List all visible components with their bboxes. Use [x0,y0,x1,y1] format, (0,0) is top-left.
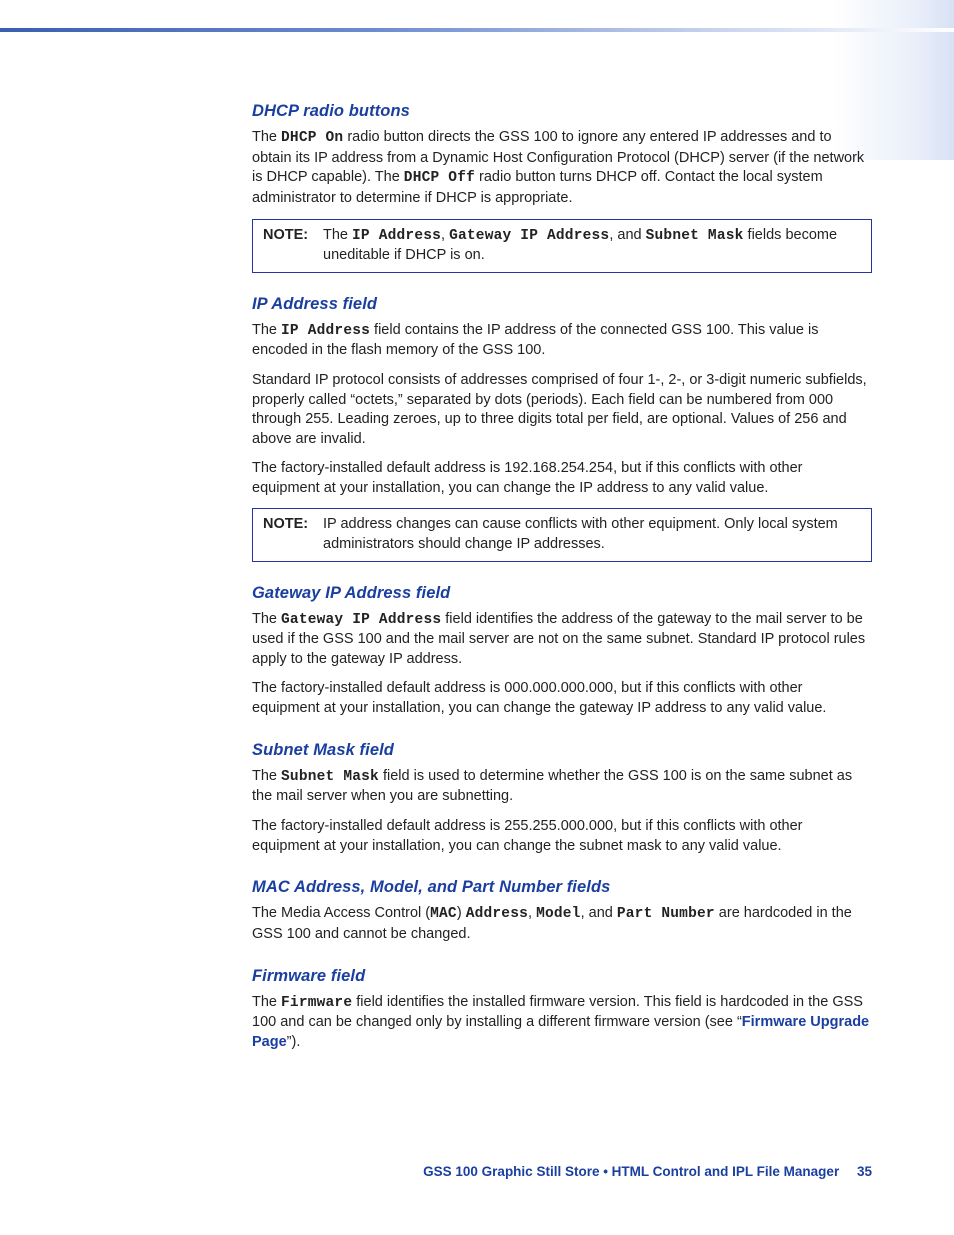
inline-code-mac: MAC [430,906,457,922]
inline-code-firmware: Firmware [281,995,352,1011]
text: The [323,227,352,243]
text: The [252,129,281,145]
paragraph-mac: The Media Access Control (MAC) Address , … [252,904,872,944]
top-border-bar [0,28,954,32]
text: , [528,905,536,921]
heading-dhcp: DHCP radio buttons [252,100,872,122]
inline-code-gateway-ip: Gateway IP Address [281,612,441,628]
heading-firmware: Firmware field [252,965,872,987]
inline-code-dhcp-off: DHCP Off [404,170,475,186]
text: The [252,994,281,1010]
inline-code-address: Address [466,906,528,922]
note-text: The IP Address, Gateway IP Address, and … [323,226,861,266]
inline-code-gateway-ip: Gateway IP Address [449,228,609,244]
footer-text: GSS 100 Graphic Still Store • HTML Contr… [423,1164,839,1179]
heading-ip-address: IP Address field [252,293,872,315]
paragraph-ip-1: The IP Address field contains the IP add… [252,321,872,361]
inline-code-subnet-mask: Subnet Mask [646,228,744,244]
paragraph-ip-2: Standard IP protocol consists of address… [252,371,872,449]
paragraph-gateway-1: The Gateway IP Address field identifies … [252,610,872,670]
text: The [252,768,281,784]
inline-code-ip-address: IP Address [352,228,441,244]
note-label: NOTE: [263,226,323,266]
paragraph-ip-3: The factory-installed default address is… [252,459,872,498]
page-number: 35 [857,1164,872,1179]
page-footer: GSS 100 Graphic Still Store • HTML Contr… [423,1163,872,1181]
paragraph-subnet-1: The Subnet Mask field is used to determi… [252,767,872,807]
text: , and [609,227,645,243]
note-row: NOTE: The IP Address, Gateway IP Address… [263,226,861,266]
note-label: NOTE: [263,515,323,554]
heading-mac: MAC Address, Model, and Part Number fiel… [252,876,872,898]
note-box-dhcp: NOTE: The IP Address, Gateway IP Address… [252,219,872,273]
inline-code-ip-address: IP Address [281,323,370,339]
heading-gateway: Gateway IP Address field [252,582,872,604]
page-content: DHCP radio buttons The DHCP On radio but… [252,100,872,1062]
paragraph-gateway-2: The factory-installed default address is… [252,679,872,718]
inline-code-model: Model [536,906,581,922]
inline-code-part-number: Part Number [617,906,715,922]
text: ”). [287,1034,301,1050]
note-text: IP address changes can cause conflicts w… [323,515,861,554]
inline-code-subnet-mask: Subnet Mask [281,769,379,785]
paragraph-subnet-2: The factory-installed default address is… [252,817,872,856]
text: The [252,322,281,338]
text: The Media Access Control ( [252,905,430,921]
text: , and [581,905,617,921]
note-box-ip: NOTE: IP address changes can cause confl… [252,508,872,561]
inline-code-dhcp-on: DHCP On [281,130,343,146]
page: DHCP radio buttons The DHCP On radio but… [0,0,954,1235]
note-row: NOTE: IP address changes can cause confl… [263,515,861,554]
text: ) [457,905,466,921]
text: The [252,611,281,627]
heading-subnet: Subnet Mask field [252,739,872,761]
text: , [441,227,449,243]
paragraph-dhcp: The DHCP On radio button directs the GSS… [252,128,872,208]
paragraph-firmware: The Firmware field identifies the instal… [252,993,872,1053]
